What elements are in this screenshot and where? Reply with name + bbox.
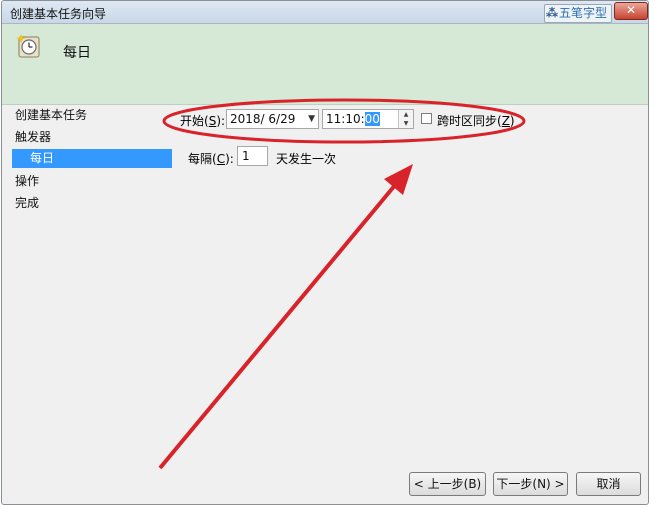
annotation-arrow-shaft bbox=[158, 182, 398, 470]
annotation-overlay bbox=[158, 98, 526, 470]
annotation-ellipse bbox=[162, 98, 526, 144]
